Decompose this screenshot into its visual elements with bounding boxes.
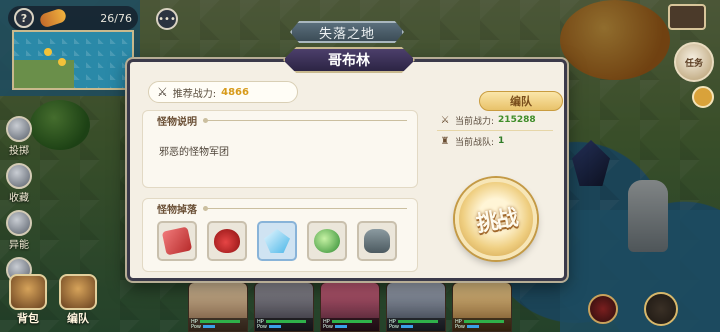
dialog-title: 哥布林	[283, 47, 415, 73]
grenade-bag-icon	[364, 229, 390, 253]
moves-counter-bar: ? 26/76	[8, 6, 138, 30]
backpack-label: 背包	[17, 312, 39, 325]
drop-item[interactable]	[257, 221, 297, 261]
team-portrait-icon	[59, 274, 97, 310]
pow-label: Pow	[191, 323, 201, 330]
zone-title: 失落之地	[290, 21, 404, 43]
magic-orb-icon	[6, 210, 32, 236]
hero-slot[interactable]: HP Pow	[386, 282, 446, 332]
potion-quickslot-icon[interactable]	[588, 294, 618, 324]
recommended-power: ⚔ 推荐战力: 4866	[148, 81, 298, 103]
pow-bar: Pow	[455, 323, 509, 330]
crossed-swords-icon: ⚔	[157, 85, 168, 99]
hero-slot[interactable]: HP Pow	[254, 282, 314, 332]
current-power-row: ⚔ 当前战力: 215288	[431, 110, 559, 130]
red-potion-icon	[214, 229, 240, 253]
drop-item[interactable]	[357, 221, 397, 261]
attack-sword-button[interactable]	[644, 292, 678, 326]
header-divider	[203, 117, 407, 123]
current-power-label: 当前战力:	[455, 116, 495, 127]
monster-info-dialog: ⚔ 推荐战力: 4866 怪物说明 邪恶的怪物军团 怪物掉落 编队 ⚔ 当前战力…	[127, 59, 567, 281]
party-bar: HP Pow HP Pow HP Pow HP Pow HP Pow	[188, 282, 512, 332]
pow-label: Pow	[455, 323, 465, 330]
side-item-label: 投掷	[9, 146, 29, 157]
drop-item[interactable]	[307, 221, 347, 261]
side-item-collect[interactable]: 收藏	[4, 163, 34, 204]
help-button[interactable]: ?	[14, 8, 34, 28]
challenge-label: 挑战	[474, 205, 519, 238]
pow-bar: Pow	[257, 323, 311, 330]
drop-item[interactable]	[157, 221, 197, 261]
side-menu: 投掷 收藏 异能 宝箱	[4, 116, 34, 298]
side-item-label: 异能	[9, 240, 29, 251]
side-item-label: 收藏	[9, 193, 29, 204]
current-team-label: 当前战队:	[455, 137, 495, 148]
recommended-power-value: 4866	[221, 86, 249, 98]
description-text: 邪恶的怪物军团	[159, 147, 229, 158]
pow-label: Pow	[257, 323, 267, 330]
current-team-row: ♜ 当前战队: 1	[431, 131, 559, 151]
tower-icon: ♜	[440, 135, 450, 147]
chat-button[interactable]: •••	[156, 8, 178, 30]
pow-label: Pow	[389, 323, 399, 330]
team-nav-label: 编队	[67, 312, 89, 325]
hero-bars: HP Pow	[255, 318, 313, 331]
hero-slot[interactable]: HP Pow	[188, 282, 248, 332]
current-stats: ⚔ 当前战力: 215288 ♜ 当前战队: 1	[431, 110, 559, 152]
hero-slot[interactable]: HP Pow	[320, 282, 380, 332]
quest-label: 任务	[684, 58, 703, 69]
green-orb-icon	[314, 229, 340, 253]
crossed-swords-icon: ⚔	[440, 114, 450, 126]
minimap[interactable]	[12, 30, 134, 90]
hero-bars: HP Pow	[453, 318, 511, 331]
drop-items-list	[143, 217, 417, 261]
side-item-ability[interactable]: 异能	[4, 210, 34, 251]
drops-header-label: 怪物掉落	[157, 204, 197, 216]
minimap-marker-icon	[58, 58, 66, 66]
hero-bars: HP Pow	[321, 318, 379, 331]
hero-slot[interactable]: HP Pow	[452, 282, 512, 332]
description-header-label: 怪物说明	[157, 116, 197, 128]
stamina-icon	[38, 7, 68, 29]
hand-throw-icon	[6, 116, 32, 142]
current-power-value: 215288	[498, 115, 536, 125]
drop-item[interactable]	[207, 221, 247, 261]
challenge-button[interactable]: 挑战	[455, 178, 537, 260]
team-nav-button[interactable]: 编队	[56, 274, 100, 326]
pow-bar: Pow	[389, 323, 443, 330]
hero-bars: HP Pow	[387, 318, 445, 331]
blue-crystal-icon	[264, 229, 290, 253]
backpack-icon	[9, 274, 47, 310]
pow-label: Pow	[323, 323, 333, 330]
moves-counter: 26/76	[100, 11, 132, 25]
hero-bars: HP Pow	[189, 318, 247, 331]
pow-bar: Pow	[191, 323, 245, 330]
reward-badge-icon[interactable]	[692, 86, 714, 108]
description-header: 怪物说明	[143, 111, 417, 129]
side-item-throw[interactable]: 投掷	[4, 116, 34, 157]
drops-header: 怪物掉落	[143, 199, 417, 217]
formation-button[interactable]: 编队	[479, 91, 563, 111]
fist-icon	[6, 163, 32, 189]
recommended-power-label: 推荐战力:	[172, 88, 217, 100]
backpack-button[interactable]: 背包	[6, 274, 50, 326]
header-divider	[203, 205, 407, 211]
monster-description-panel: 怪物说明 邪恶的怪物军团	[142, 110, 418, 188]
raw-meat-icon	[161, 226, 193, 256]
current-team-value: 1	[498, 136, 505, 146]
pow-bar: Pow	[323, 323, 377, 330]
monster-drops-panel: 怪物掉落	[142, 198, 418, 272]
minimap-marker-icon	[44, 48, 52, 56]
quest-button[interactable]: 任务	[674, 42, 714, 82]
menu-toggle-button[interactable]	[668, 4, 706, 30]
